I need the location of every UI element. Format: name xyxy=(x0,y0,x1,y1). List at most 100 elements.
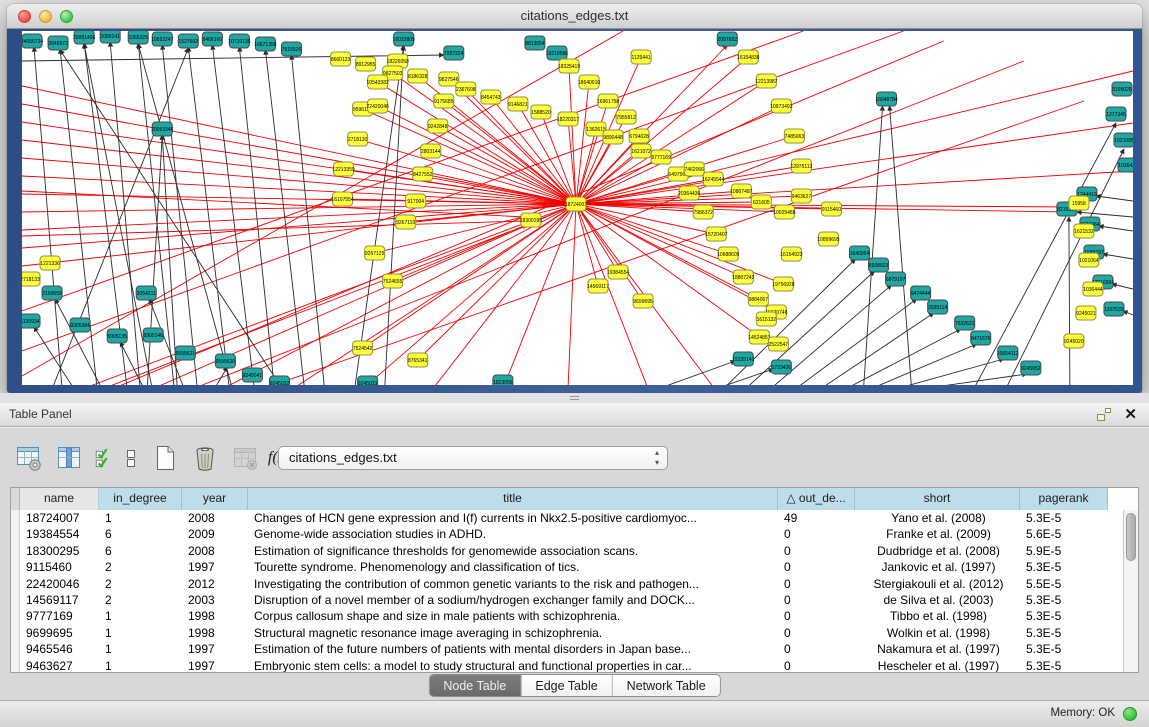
red-edge[interactable] xyxy=(576,82,589,204)
table-cell[interactable]: 5.3E-5 xyxy=(1020,658,1108,673)
graph-node[interactable]: 10973493 xyxy=(770,99,792,113)
graph-node[interactable]: 15958 xyxy=(1069,196,1089,210)
black-edge[interactable] xyxy=(1112,284,1133,289)
graph-node[interactable]: 917004 xyxy=(406,194,426,208)
graph-node[interactable]: 16671358 xyxy=(254,37,276,51)
black-edge[interactable] xyxy=(745,271,874,385)
graph-node[interactable]: 7485063 xyxy=(784,129,804,143)
table-cell[interactable]: Structural magnetic resonance image aver… xyxy=(248,625,778,641)
table-cell[interactable]: 0 xyxy=(778,608,855,624)
graph-node[interactable]: 8938923 xyxy=(869,258,889,272)
table-cell[interactable]: Disruption of a novel member of a sodium… xyxy=(248,592,778,608)
graph-node[interactable]: 9699695 xyxy=(633,294,653,308)
graph-node[interactable]: 19384554 xyxy=(607,265,629,279)
red-edge[interactable] xyxy=(576,204,598,286)
splitter-grip-icon[interactable] xyxy=(570,396,579,400)
red-edge[interactable] xyxy=(363,109,576,204)
graph-node[interactable]: 15135141 xyxy=(732,352,754,366)
column-header-year[interactable]: year xyxy=(182,488,248,510)
graph-node[interactable]: 1125441 xyxy=(631,50,651,64)
graph-node[interactable]: 9777169 xyxy=(651,150,671,164)
graph-node[interactable]: 16033809 xyxy=(393,32,415,46)
graph-node[interactable]: 1588520 xyxy=(531,105,551,119)
table-cell[interactable]: 0 xyxy=(778,526,855,542)
graph-node[interactable]: 1621532 xyxy=(1074,224,1094,238)
float-panel-icon[interactable] xyxy=(1097,408,1111,421)
black-edge[interactable] xyxy=(795,299,916,385)
black-edge[interactable] xyxy=(890,106,912,385)
graph-node[interactable]: 20891406 xyxy=(73,31,95,44)
table-cell[interactable]: 5.3E-5 xyxy=(1020,592,1108,608)
table-cell[interactable]: 0 xyxy=(778,576,855,592)
table-cell[interactable]: 5.5E-5 xyxy=(1020,576,1108,592)
table-cell[interactable]: Corpus callosum shape and size in male p… xyxy=(248,608,778,624)
black-edge[interactable] xyxy=(162,45,197,385)
graph-node[interactable]: 9115460 xyxy=(821,202,841,216)
graph-node[interactable]: 5905146 xyxy=(143,328,163,342)
graph-node[interactable]: 2803144 xyxy=(421,144,441,158)
table-cell[interactable]: 5.3E-5 xyxy=(1020,510,1108,526)
table-cell[interactable]: 1997 xyxy=(182,658,248,673)
red-edge[interactable] xyxy=(22,158,576,204)
graph-node[interactable]: 14524851 xyxy=(748,330,770,344)
panel-splitter[interactable] xyxy=(0,393,1149,403)
red-edge[interactable] xyxy=(568,204,576,385)
table-cell[interactable]: 2 xyxy=(99,592,182,608)
graph-node[interactable]: 9245020 xyxy=(1064,334,1084,348)
graph-node[interactable]: 1621072 xyxy=(631,144,651,158)
table-cell[interactable]: 0 xyxy=(778,559,855,575)
graph-node[interactable]: 1277345 xyxy=(1106,107,1126,121)
graph-node[interactable]: 1527602 xyxy=(178,34,198,48)
table-cell[interactable]: 49 xyxy=(778,510,855,526)
red-edge[interactable] xyxy=(576,204,776,312)
graph-node[interactable]: 1021085 xyxy=(1114,133,1133,147)
graph-node[interactable]: 9146821 xyxy=(508,97,528,111)
graph-node[interactable]: 9195028 xyxy=(1112,82,1132,96)
graph-node[interactable]: 18220317 xyxy=(557,112,579,126)
graph-node[interactable]: 18300295 xyxy=(520,213,542,227)
table-row[interactable]: 1872400712008Changes of HCN gene express… xyxy=(11,510,1138,526)
black-edge[interactable] xyxy=(1006,149,1124,385)
table-row[interactable]: 911546021997Tourette syndrome. Phenomeno… xyxy=(11,559,1138,575)
table-cell[interactable]: Genome-wide association studies in ADHD. xyxy=(248,526,778,542)
table-cell[interactable]: 1 xyxy=(99,625,182,641)
graph-node[interactable]: 14569117 xyxy=(587,279,609,293)
graph-node[interactable]: 2935114 xyxy=(928,300,948,314)
graph-node[interactable]: 1615132 xyxy=(756,312,776,326)
graph-node[interactable]: 7515526 xyxy=(281,42,301,56)
graph-node[interactable]: 12213987 xyxy=(755,74,777,88)
memory-ok-icon[interactable] xyxy=(1123,707,1137,721)
red-edge[interactable] xyxy=(262,101,1083,385)
graph-node[interactable]: 9267125 xyxy=(365,246,385,260)
table-cell[interactable]: 5.9E-5 xyxy=(1020,543,1108,559)
table-cell[interactable]: 5.3E-5 xyxy=(1020,559,1108,575)
graph-node[interactable]: 18640910 xyxy=(578,75,600,89)
graph-node[interactable]: 10807487 xyxy=(730,184,752,198)
graph-node[interactable]: 1036428 xyxy=(1118,158,1133,172)
graph-node[interactable]: 10543382 xyxy=(367,75,389,89)
table-cell[interactable]: 14569117 xyxy=(20,592,99,608)
table-cell[interactable]: Changes of HCN gene expression and I(f) … xyxy=(248,510,778,526)
table-cell[interactable]: Dudbridge et al. (2008) xyxy=(855,543,1020,559)
graph-node[interactable]: 7524542 xyxy=(353,341,373,355)
graph-node[interactable]: 12975113 xyxy=(790,159,812,173)
red-edge[interactable] xyxy=(363,204,576,385)
black-edge[interactable] xyxy=(1103,254,1133,259)
table-cell[interactable]: 0 xyxy=(778,641,855,657)
table-cell[interactable]: 1 xyxy=(99,608,182,624)
graph-node[interactable]: 10899695 xyxy=(817,232,839,246)
graph-node[interactable]: 9595621 xyxy=(175,346,195,360)
table-mode-icon[interactable] xyxy=(14,443,44,473)
red-edge[interactable] xyxy=(569,66,576,204)
table-cell[interactable]: 2012 xyxy=(182,576,248,592)
graph-node[interactable]: 6879197 xyxy=(886,272,906,286)
graph-node[interactable]: 7524655 xyxy=(383,274,403,288)
table-cell[interactable]: Investigating the contribution of common… xyxy=(248,576,778,592)
table-cell[interactable]: Estimation of the future numbers of pati… xyxy=(248,641,778,657)
graph-node[interactable]: 10719135 xyxy=(228,34,250,48)
graph-node[interactable]: 8471676 xyxy=(971,331,991,345)
table-cell[interactable]: 5.3E-5 xyxy=(1020,608,1108,624)
graph-node[interactable]: 9245033 xyxy=(358,376,378,385)
table-cell[interactable]: 2003 xyxy=(182,592,248,608)
graph-node[interactable]: 1036444 xyxy=(1083,282,1103,296)
